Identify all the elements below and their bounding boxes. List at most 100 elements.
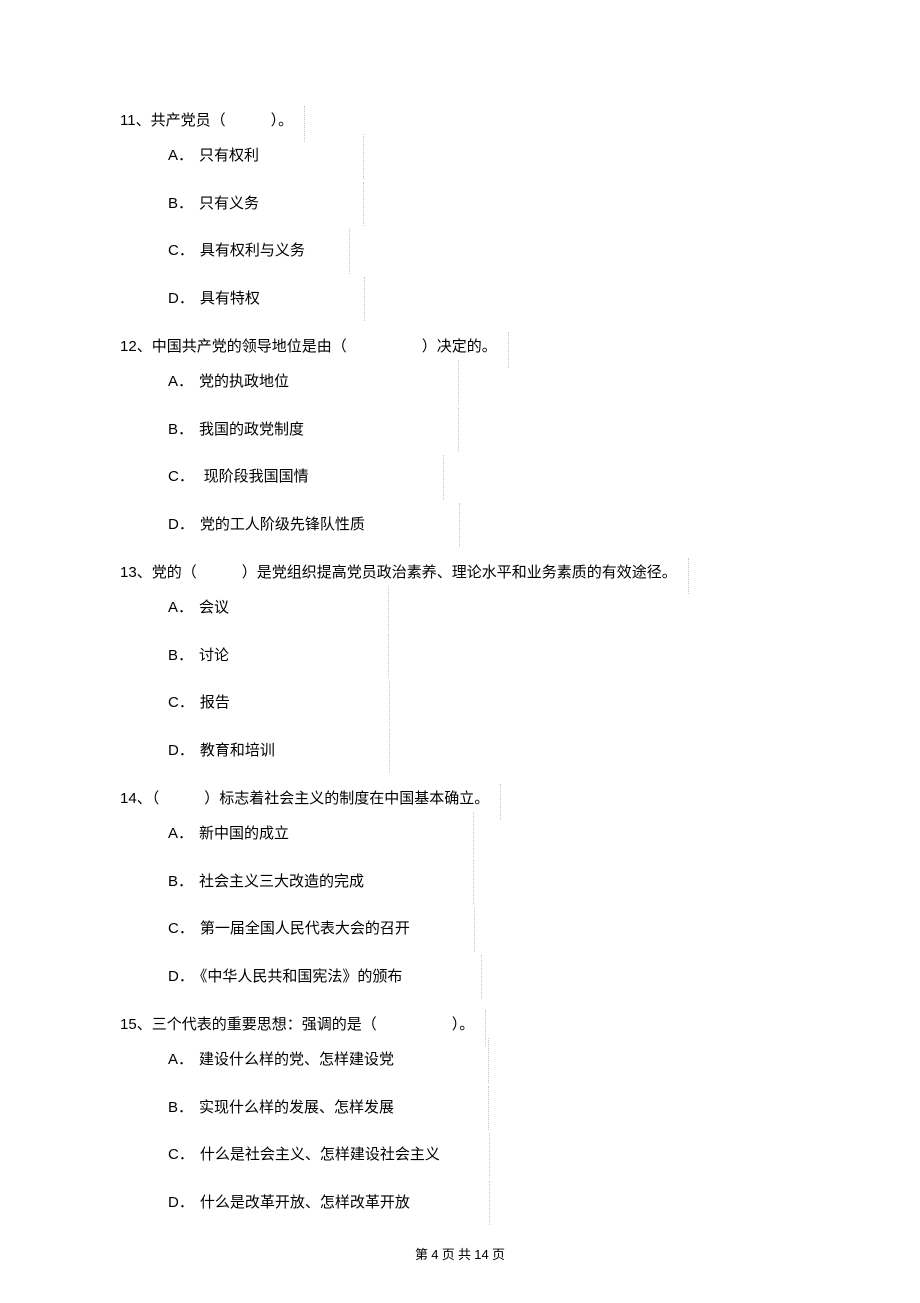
current-page: 4 — [431, 1247, 438, 1262]
question-number: 12 — [120, 338, 137, 355]
option-letter: D． — [168, 1194, 194, 1211]
total-pages: 14 — [474, 1247, 488, 1262]
footer-text: 页 共 — [439, 1247, 475, 1262]
stem-after: ）。 — [271, 113, 294, 129]
question-number: 11 — [120, 112, 136, 129]
option-letter: B． — [168, 1099, 193, 1116]
option-text: 社会主义三大改造的完成 — [199, 874, 364, 890]
stem-before: 共产党员（ — [151, 113, 226, 129]
option-a: A． 新中国的成立 — [168, 824, 800, 845]
question-13-stem: 13、党的（ ）是党组织提高党员政治素养、理论水平和业务素质的有效途径。 — [120, 562, 800, 584]
option-b: B． 我国的政党制度 — [168, 420, 800, 441]
option-letter: C． — [168, 468, 194, 485]
option-text: 什么是社会主义、怎样建设社会主义 — [200, 1147, 440, 1163]
option-letter: A． — [168, 147, 193, 164]
question-12-options: A． 党的执政地位 B． 我国的政党制度 C． 现阶段我国国情 D．党的工人阶级先锋… — [168, 372, 800, 535]
option-c: C． 现阶段我国国情 — [168, 467, 800, 488]
option-text: 《中华人民共和国宪法》的颁布 — [200, 969, 403, 985]
option-text: 什么是改革开放、怎样改革开放 — [200, 1195, 410, 1211]
option-letter: D． — [168, 516, 194, 533]
option-text: 具有特权 — [200, 291, 260, 307]
option-text: 会议 — [199, 600, 229, 616]
option-a: A． 只有权利 — [168, 146, 800, 167]
question-number: 15 — [120, 1016, 137, 1033]
option-d: D．党的工人阶级先锋队性质 — [168, 515, 800, 536]
option-letter: D． — [168, 968, 194, 985]
stem-after: ）标志着社会主义的制度在中国基本确立。 — [204, 791, 489, 807]
blank — [159, 791, 204, 807]
option-d: D． 《中华人民共和国宪法》的颁布 — [168, 967, 800, 988]
option-letter: B． — [168, 647, 193, 664]
option-text: 报告 — [200, 695, 230, 711]
stem-after: ）。 — [452, 1017, 475, 1033]
stem-before: 中国共产党的领导地位是由（ — [152, 339, 347, 355]
question-12: 12、中国共产党的领导地位是由（ ）决定的。 A． 党的执政地位 B． 我国的政党制… — [120, 336, 800, 535]
option-text: 具有权利与义务 — [200, 243, 305, 259]
question-number: 13 — [120, 564, 137, 581]
option-letter: D． — [168, 742, 194, 759]
option-letter: C． — [168, 694, 194, 711]
question-11-options: A． 只有权利 B． 只有义务 C． 具有权利与义务 D． 具有特权 — [168, 146, 800, 309]
stem-before: 三个代表的重要思想：强调的是（ — [152, 1017, 377, 1033]
option-text: 只有义务 — [199, 196, 259, 212]
option-letter: A． — [168, 825, 193, 842]
question-11: 11、共产党员（ ）。 A． 只有权利 B． 只有义务 C． 具有权利与义务 D． 具有… — [120, 110, 800, 309]
question-15-stem: 15、三个代表的重要思想：强调的是（ ）。 — [120, 1014, 800, 1036]
option-text: 讨论 — [199, 648, 229, 664]
sep: 、 — [137, 791, 152, 807]
option-text: 第一届全国人民代表大会的召开 — [200, 921, 410, 937]
option-a: A． 会议 — [168, 598, 800, 619]
sep: 、 — [137, 1017, 152, 1033]
option-letter: B． — [168, 873, 193, 890]
option-letter: A． — [168, 1051, 193, 1068]
stem-before: 党的（ — [152, 565, 197, 581]
question-11-stem: 11、共产党员（ ）。 — [120, 110, 800, 132]
blank — [377, 1017, 452, 1033]
option-b: B． 实现什么样的发展、怎样发展 — [168, 1098, 800, 1119]
question-15: 15、三个代表的重要思想：强调的是（ ）。 A． 建设什么样的党、怎样建设党 B．… — [120, 1014, 800, 1213]
document-page: 11、共产党员（ ）。 A．只有权利 B．只有义务 C．具有权利与义务 D．具有… — [0, 0, 920, 1303]
question-13: 13、党的（ ）是党组织提高党员政治素养、理论水平和业务素质的有效途径。 A． 会… — [120, 562, 800, 761]
option-b: B． 讨论 — [168, 646, 800, 667]
option-text: 建设什么样的党、怎样建设党 — [199, 1052, 394, 1068]
option-c: C． 报告 — [168, 693, 800, 714]
sep: 、 — [137, 565, 152, 581]
option-d: D． 教育和培训 — [168, 741, 800, 762]
question-15-options: A． 建设什么样的党、怎样建设党 B． 实现什么样的发展、怎样发展 C． 什么是社会主… — [168, 1050, 800, 1213]
option-letter: C． — [168, 242, 194, 259]
sep: 、 — [136, 113, 151, 129]
option-letter: C． — [168, 1146, 194, 1163]
option-text: 实现什么样的发展、怎样发展 — [199, 1100, 394, 1116]
option-c: C． 具有权利与义务 — [168, 241, 800, 262]
question-number: 14 — [120, 790, 137, 807]
option-letter: D． — [168, 290, 194, 307]
blank — [197, 565, 242, 581]
option-text: 党的执政地位 — [199, 374, 289, 390]
footer-text: 第 — [415, 1247, 431, 1262]
question-12-stem: 12、中国共产党的领导地位是由（ ）决定的。 — [120, 336, 800, 358]
option-c: C． 第一届全国人民代表大会的召开 — [168, 919, 800, 940]
stem-after: ）决定的。 — [422, 339, 497, 355]
option-c: C． 什么是社会主义、怎样建设社会主义 — [168, 1145, 800, 1166]
option-text: 现阶段我国国情 — [200, 469, 309, 485]
option-text: 教育和培训 — [200, 743, 275, 759]
option-letter: A． — [168, 373, 193, 390]
option-text: 只有权利 — [199, 148, 259, 164]
option-text: 新中国的成立 — [199, 826, 289, 842]
option-letter: B． — [168, 421, 193, 438]
page-footer: 第 4 页 共 14 页 — [0, 1244, 920, 1263]
blank — [347, 339, 422, 355]
option-d: D． 什么是改革开放、怎样改革开放 — [168, 1193, 800, 1214]
question-14-options: A．新中国的成立 B．社会主义三大改造的完成 C．第一届全国人民代表大会的召开 … — [168, 824, 800, 987]
question-14-stem: 14、（ ）标志着社会主义的制度在中国基本确立。 — [120, 788, 800, 810]
option-letter: A． — [168, 599, 193, 616]
option-a: A． 建设什么样的党、怎样建设党 — [168, 1050, 800, 1071]
option-letter: B． — [168, 195, 193, 212]
question-14: 14、（ ）标志着社会主义的制度在中国基本确立。 A． 新中国的成立 B． 社会主义… — [120, 788, 800, 987]
option-text: 我国的政党制度 — [199, 422, 304, 438]
footer-text: 页 — [489, 1247, 505, 1262]
option-letter: C． — [168, 920, 194, 937]
question-13-options: A． 会议 B． 讨论 C． 报告 D． 教育和培训 — [168, 598, 800, 761]
blank — [226, 113, 271, 129]
option-a: A． 党的执政地位 — [168, 372, 800, 393]
